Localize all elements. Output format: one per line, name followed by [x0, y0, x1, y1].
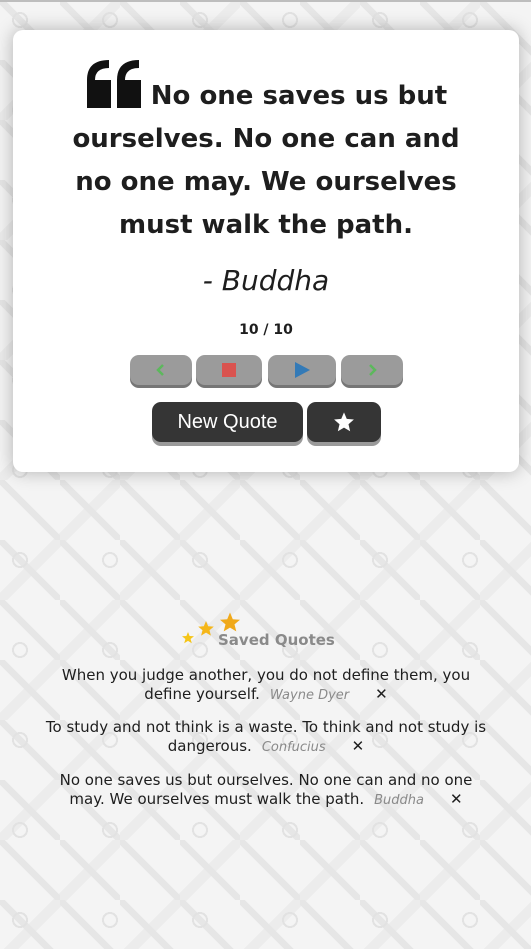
saved-quote-item: When you judge another, you do not defin…	[40, 666, 492, 705]
new-quote-button[interactable]: New Quote	[152, 402, 303, 442]
quote-counter: 10 / 10	[239, 322, 293, 338]
chevron-left-icon	[156, 364, 164, 376]
stop-icon	[222, 363, 236, 377]
saved-quote-item: To study and not think is a waste. To th…	[40, 718, 492, 757]
save-favorite-button[interactable]	[307, 402, 381, 442]
remove-saved-quote-button[interactable]: ✕	[352, 737, 365, 755]
previous-button[interactable]	[130, 355, 192, 385]
star-icon	[334, 412, 354, 432]
saved-quote-author: Confucius	[261, 740, 326, 755]
quote-author: - Buddha	[202, 264, 330, 297]
saved-quote-item: No one saves us but ourselves. No one ca…	[40, 771, 492, 810]
quote-block: No one saves us but ourselves. No one ca…	[63, 58, 469, 247]
quote-card: No one saves us but ourselves. No one ca…	[13, 30, 519, 472]
play-button[interactable]	[268, 355, 336, 385]
remove-saved-quote-button[interactable]: ✕	[450, 790, 463, 808]
saved-quote-author: Wayne Dyer	[269, 688, 350, 703]
stop-button[interactable]	[196, 355, 262, 385]
chevron-right-icon	[369, 364, 377, 376]
top-border	[0, 0, 531, 2]
play-icon	[295, 362, 310, 378]
saved-quotes-title: Saved Quotes	[218, 631, 335, 649]
saved-quote-text: When you judge another, you do not defin…	[61, 666, 471, 703]
saved-quote-author: Buddha	[374, 793, 424, 808]
quote-mark-icon	[86, 60, 141, 108]
remove-saved-quote-button[interactable]: ✕	[375, 685, 388, 703]
next-button[interactable]	[341, 355, 403, 385]
